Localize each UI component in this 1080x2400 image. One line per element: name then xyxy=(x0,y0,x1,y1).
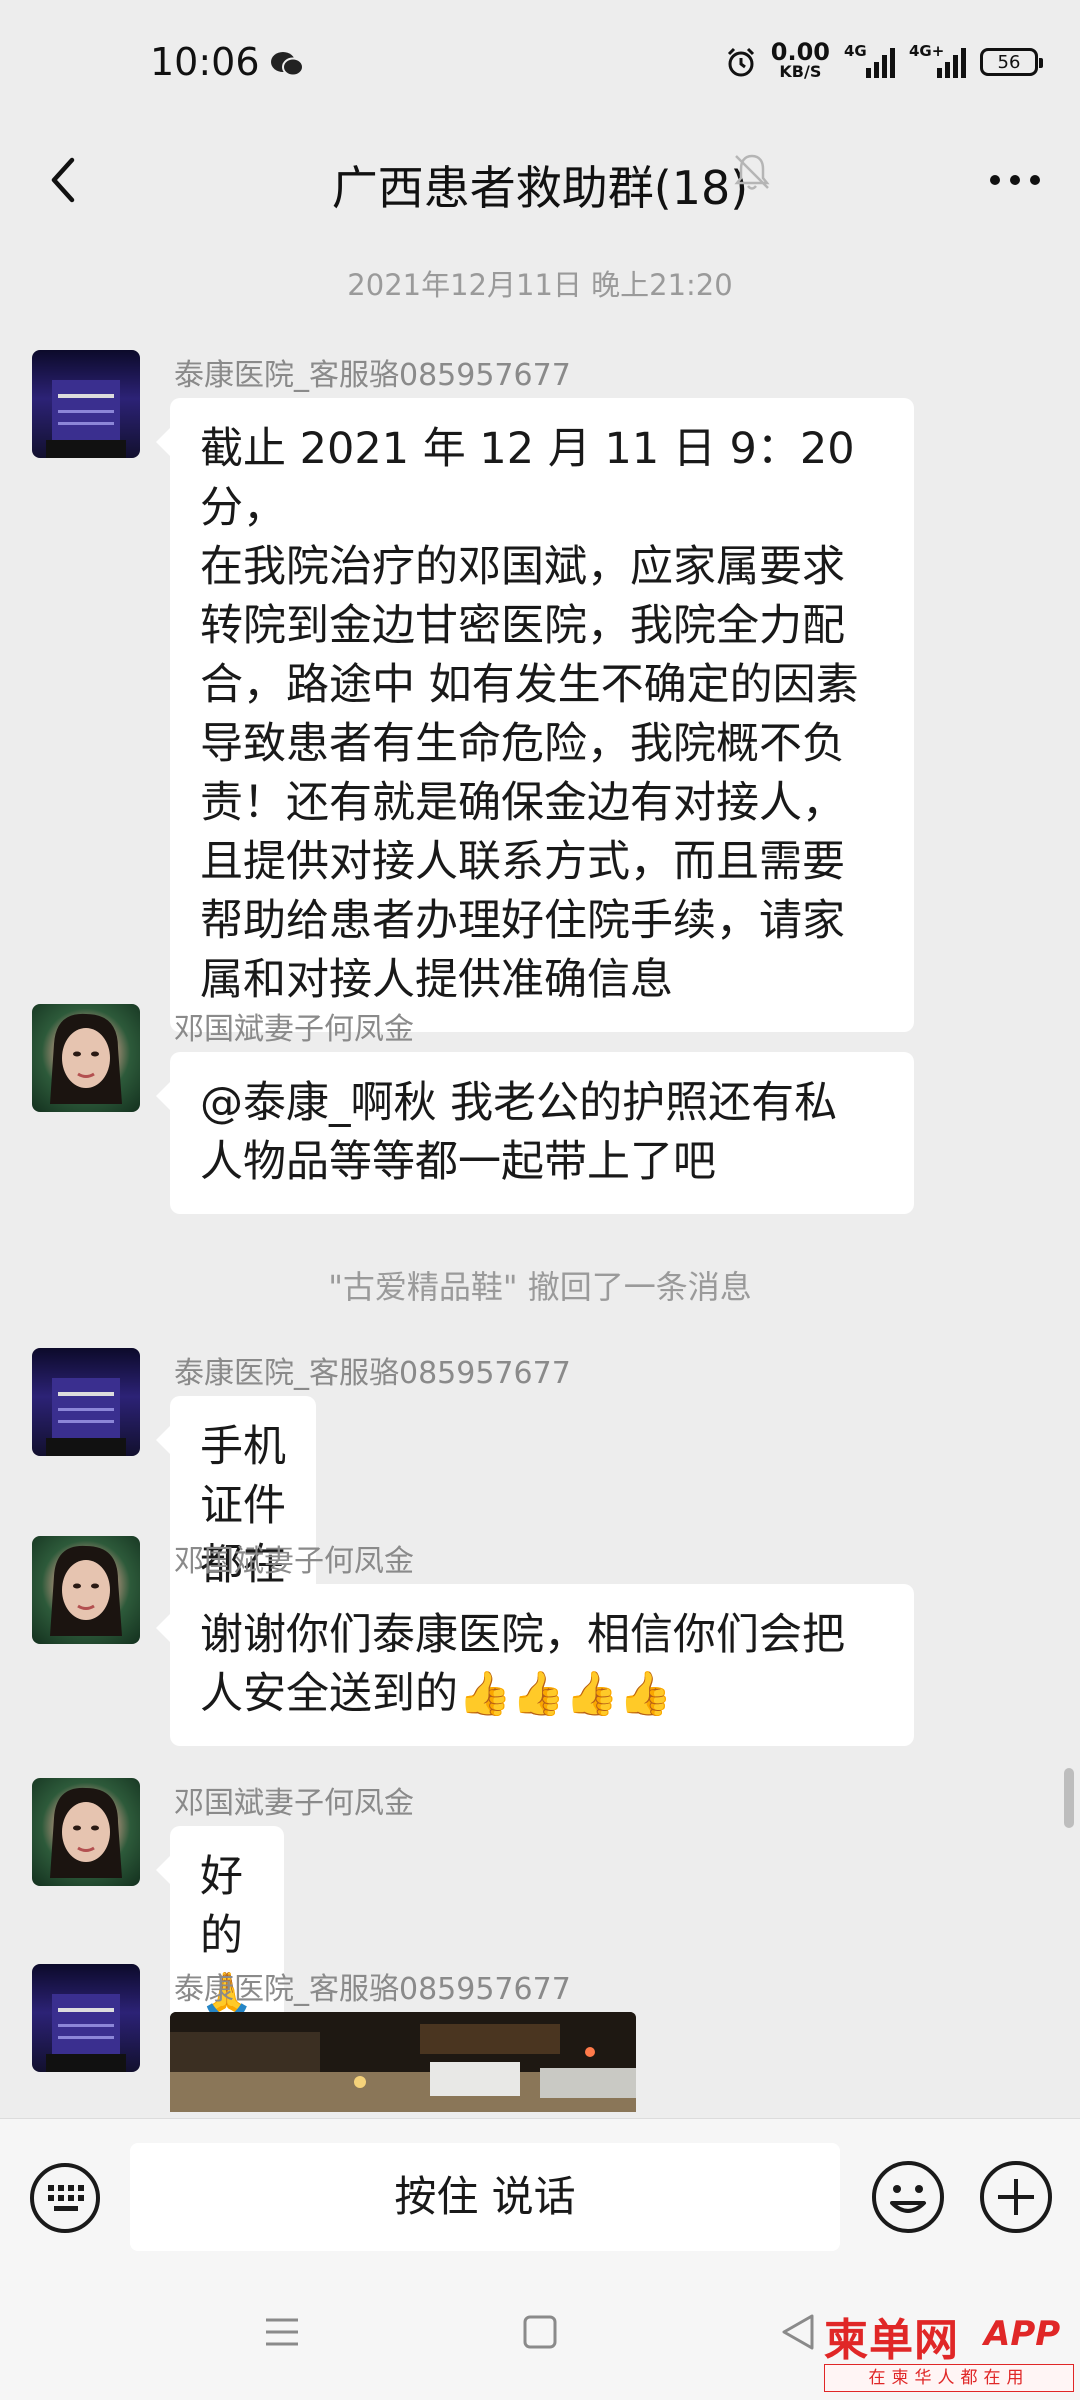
message-line: 人安全送到的👍👍👍👍 xyxy=(200,1669,673,1719)
signal-label: 4G xyxy=(844,42,867,60)
watermark-slogan: 在柬华人都在用 xyxy=(824,2364,1074,2392)
hospital-building-icon xyxy=(46,1378,126,1456)
avatar[interactable] xyxy=(32,350,140,458)
sender-name: 泰康医院_客服骆085957677 xyxy=(174,1972,571,2007)
message-line: 截止 2021 年 12 月 11 日 9：20 分， xyxy=(200,424,855,533)
home-icon[interactable] xyxy=(520,2312,560,2352)
avatar[interactable] xyxy=(32,1536,140,1644)
back-triangle-icon[interactable] xyxy=(776,2310,820,2354)
person-portrait-icon xyxy=(50,1013,122,1104)
battery-icon: 56 xyxy=(980,48,1043,76)
message-line: 在我院治疗的邓国斌，应家属要求 xyxy=(200,542,845,592)
message-line: 属和对接人提供准确信息 xyxy=(200,955,673,1005)
watermark: 柬单网 APP 在柬华人都在用 xyxy=(824,2304,1080,2400)
message-bubble[interactable]: @泰康_啊秋 我老公的护照还有私 人物品等等都一起带上了吧 xyxy=(156,1052,914,1214)
sender-name: 邓国斌妻子何凤金 xyxy=(174,1544,414,1579)
hospital-building-icon xyxy=(46,1994,126,2072)
message-line: 人物品等等都一起带上了吧 xyxy=(200,1137,716,1187)
battery-level: 56 xyxy=(997,51,1021,73)
message-line: @泰康_啊秋 我老公的护照还有私 xyxy=(200,1078,838,1128)
avatar[interactable] xyxy=(32,1778,140,1886)
signal-label-2: 4G+ xyxy=(909,42,945,60)
recall-notice: "古爱精品鞋" 撤回了一条消息 xyxy=(328,1268,752,1306)
street-photo xyxy=(170,2012,636,2112)
image-message[interactable] xyxy=(170,2012,636,2112)
avatar[interactable] xyxy=(32,1964,140,2072)
message-line: 且提供对接人联系方式，而且需要 xyxy=(200,837,845,887)
net-speed-value: 0.00 xyxy=(770,38,830,66)
watermark-app: APP xyxy=(984,2314,1061,2354)
message-line: 谢谢你们泰康医院，相信你们会把 xyxy=(200,1610,845,1660)
message-line: 转院到金边甘密医院，我院全力配 xyxy=(200,601,845,651)
signal-icon: 4G xyxy=(844,42,895,78)
avatar[interactable] xyxy=(32,1348,140,1456)
net-speed-unit: KB/S xyxy=(779,62,822,81)
message-line: 合，路途中 如有发生不确定的因素 xyxy=(200,660,859,710)
sender-name: 泰康医院_客服骆085957677 xyxy=(174,358,571,393)
sender-name: 泰康医院_客服骆085957677 xyxy=(174,1356,571,1391)
person-portrait-icon xyxy=(50,1787,122,1878)
person-portrait-icon xyxy=(50,1545,122,1636)
more-dots-icon[interactable] xyxy=(980,155,1050,205)
watermark-logo: 柬单网 xyxy=(824,2315,959,2366)
message-line: 责！还有就是确保金边有对接人， xyxy=(200,778,845,828)
alarm-icon xyxy=(727,47,754,77)
status-bar: 10:06 0.00 KB/S 4G 4G+ 56 xyxy=(0,0,1080,130)
message-line: 帮助给患者办理好住院手续，请家 xyxy=(200,896,845,946)
message-bubble[interactable]: 截止 2021 年 12 月 11 日 9：20 分， 在我院治疗的邓国斌，应家… xyxy=(156,398,914,1032)
message-line: 导致患者有生命危险，我院概不负 xyxy=(200,719,845,769)
keyboard-icon[interactable] xyxy=(28,2161,102,2235)
hospital-building-icon xyxy=(46,380,126,458)
sender-name: 邓国斌妻子何凤金 xyxy=(174,1786,414,1821)
emoji-icon[interactable] xyxy=(870,2159,946,2235)
sender-name: 邓国斌妻子何凤金 xyxy=(174,1012,414,1047)
network-speed: 0.00 KB/S xyxy=(770,38,830,82)
signal-icon-2: 4G+ xyxy=(909,42,966,78)
mute-bell-icon xyxy=(734,154,770,190)
chat-timestamp: 2021年12月11日 晚上21:20 xyxy=(347,268,733,302)
scrollbar[interactable] xyxy=(1064,1768,1074,1828)
status-time: 10:06 xyxy=(150,40,260,84)
chat-header: 广西患者救助群(18) xyxy=(0,130,1080,240)
avatar[interactable] xyxy=(32,1004,140,1112)
status-indicators: 0.00 KB/S 4G 4G+ 56 xyxy=(725,38,1043,84)
plus-icon[interactable] xyxy=(978,2159,1054,2235)
menu-icon[interactable] xyxy=(262,2312,302,2352)
wechat-icon xyxy=(271,52,304,77)
input-bar: 按住 说话 xyxy=(0,2118,1080,2274)
hold-to-talk-button[interactable]: 按住 说话 xyxy=(130,2143,840,2251)
chat-title: 广西患者救助群(18) xyxy=(331,161,749,215)
message-bubble[interactable]: 谢谢你们泰康医院，相信你们会把 人安全送到的👍👍👍👍 xyxy=(156,1584,914,1746)
